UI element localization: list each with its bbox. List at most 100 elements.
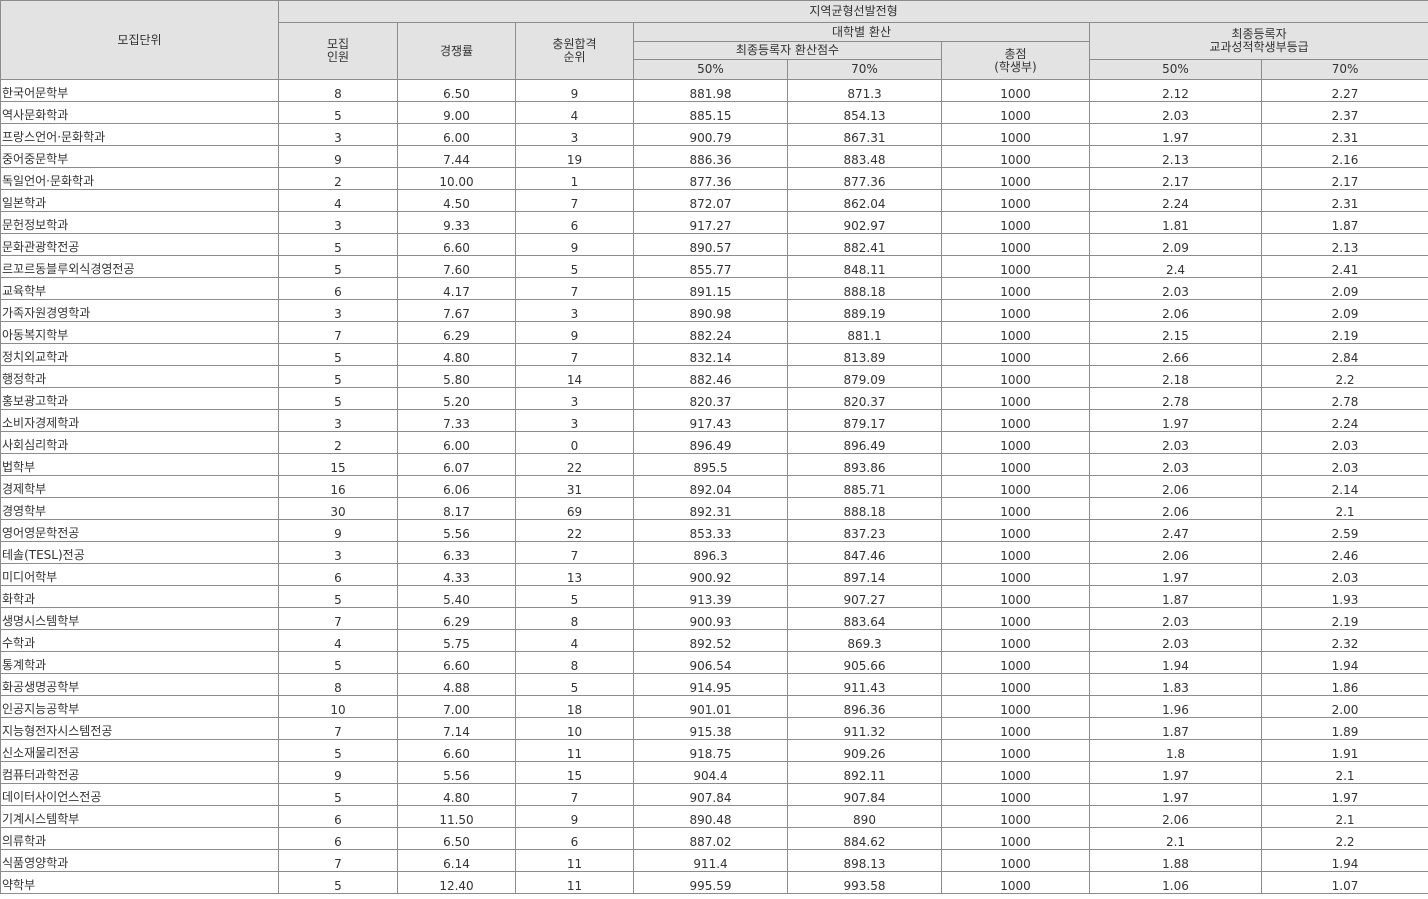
total-score-cell: 1000	[941, 585, 1090, 608]
score-70-cell: 905.66	[787, 651, 942, 674]
unit-name-cell: 테솔(TESL)전공	[0, 541, 279, 564]
quota-cell: 2	[278, 167, 398, 190]
competition-rate-cell: 4.17	[397, 277, 516, 300]
quota-cell: 30	[278, 497, 398, 520]
unit-name-cell: 독일언어·문화학과	[0, 167, 279, 190]
score-50-cell: 820.37	[633, 387, 788, 410]
grade-50-cell: 2.03	[1089, 277, 1262, 300]
score-50-cell: 855.77	[633, 255, 788, 278]
unit-name-cell: 인공지능공학부	[0, 695, 279, 718]
grade-70-cell: 2.46	[1260, 541, 1428, 564]
waitlist-rank-cell: 31	[515, 475, 634, 498]
waitlist-rank-cell: 69	[515, 497, 634, 520]
unit-name-cell: 화공생명공학부	[0, 673, 279, 696]
grade-70-cell: 2.2	[1260, 365, 1428, 388]
waitlist-rank-cell: 14	[515, 365, 634, 388]
table-row: 통계학과 5 6.60 8 906.54 905.66 1000 1.94 1.94	[0, 651, 1428, 674]
unit-name-cell: 사회심리학과	[0, 431, 279, 454]
competition-rate-cell: 8.17	[397, 497, 516, 520]
grade-50-cell: 1.88	[1089, 849, 1262, 872]
header-grade-50: 50%	[1089, 59, 1262, 80]
score-50-cell: 896.49	[633, 431, 788, 454]
grade-70-cell: 2.2	[1260, 827, 1428, 850]
grade-70-cell: 2.03	[1260, 431, 1428, 454]
grade-50-cell: 2.03	[1089, 607, 1262, 630]
score-50-cell: 892.31	[633, 497, 788, 520]
unit-name-cell: 기계시스템학부	[0, 805, 279, 828]
score-70-cell: 837.23	[787, 519, 942, 542]
grade-50-cell: 1.94	[1089, 651, 1262, 674]
grade-50-cell: 1.97	[1089, 409, 1262, 432]
waitlist-rank-cell: 13	[515, 563, 634, 586]
total-score-cell: 1000	[941, 629, 1090, 652]
grade-70-cell: 1.94	[1260, 651, 1428, 674]
grade-70-cell: 2.31	[1260, 189, 1428, 212]
quota-cell: 3	[278, 211, 398, 234]
total-score-cell: 1000	[941, 673, 1090, 696]
quota-cell: 6	[278, 563, 398, 586]
score-50-cell: 906.54	[633, 651, 788, 674]
score-50-cell: 995.59	[633, 871, 788, 894]
score-70-cell: 882.41	[787, 233, 942, 256]
quota-cell: 5	[278, 651, 398, 674]
grade-70-cell: 1.07	[1260, 871, 1428, 894]
admission-results-table: 모집단위 지역균형선발전형 모집 인원 경쟁률 충원합격 순위 대학별 환산 최…	[0, 0, 1428, 894]
score-70-cell: 893.86	[787, 453, 942, 476]
grade-50-cell: 1.97	[1089, 761, 1262, 784]
unit-name-cell: 일본학과	[0, 189, 279, 212]
competition-rate-cell: 9.33	[397, 211, 516, 234]
score-70-cell: 871.3	[787, 79, 942, 102]
table-row: 교육학부 6 4.17 7 891.15 888.18 1000 2.03 2.09	[0, 277, 1428, 300]
score-50-cell: 890.57	[633, 233, 788, 256]
grade-50-cell: 1.8	[1089, 739, 1262, 762]
competition-rate-cell: 6.14	[397, 849, 516, 872]
table-row: 프랑스언어·문화학과 3 6.00 3 900.79 867.31 1000 1.97 2.31	[0, 123, 1428, 146]
table-row: 경제학부 16 6.06 31 892.04 885.71 1000 2.06 2.14	[0, 475, 1428, 498]
total-score-cell: 1000	[941, 717, 1090, 740]
grade-70-cell: 2.1	[1260, 805, 1428, 828]
total-score-cell: 1000	[941, 783, 1090, 806]
score-70-cell: 813.89	[787, 343, 942, 366]
total-score-cell: 1000	[941, 79, 1090, 102]
total-score-cell: 1000	[941, 409, 1090, 432]
total-score-cell: 1000	[941, 739, 1090, 762]
table-row: 일본학과 4 4.50 7 872.07 862.04 1000 2.24 2.31	[0, 189, 1428, 212]
unit-name-cell: 법학부	[0, 453, 279, 476]
score-70-cell: 847.46	[787, 541, 942, 564]
table-row: 인공지능공학부 10 7.00 18 901.01 896.36 1000 1.96 2.00	[0, 695, 1428, 718]
competition-rate-cell: 6.60	[397, 233, 516, 256]
score-50-cell: 914.95	[633, 673, 788, 696]
score-70-cell: 885.71	[787, 475, 942, 498]
grade-70-cell: 2.32	[1260, 629, 1428, 652]
competition-rate-cell: 7.44	[397, 145, 516, 168]
competition-rate-cell: 10.00	[397, 167, 516, 190]
competition-rate-cell: 4.80	[397, 343, 516, 366]
waitlist-rank-cell: 7	[515, 541, 634, 564]
quota-cell: 5	[278, 585, 398, 608]
score-50-cell: 891.15	[633, 277, 788, 300]
table-row: 문화관광학전공 5 6.60 9 890.57 882.41 1000 2.09 2.13	[0, 233, 1428, 256]
grade-70-cell: 2.19	[1260, 607, 1428, 630]
score-50-cell: 896.3	[633, 541, 788, 564]
score-50-cell: 886.36	[633, 145, 788, 168]
unit-name-cell: 경제학부	[0, 475, 279, 498]
competition-rate-cell: 6.50	[397, 827, 516, 850]
quota-cell: 5	[278, 365, 398, 388]
quota-cell: 9	[278, 761, 398, 784]
table-row: 역사문화학과 5 9.00 4 885.15 854.13 1000 2.03 2.37	[0, 101, 1428, 124]
grade-70-cell: 2.03	[1260, 563, 1428, 586]
grade-70-cell: 2.19	[1260, 321, 1428, 344]
score-50-cell: 917.43	[633, 409, 788, 432]
competition-rate-cell: 6.06	[397, 475, 516, 498]
quota-cell: 5	[278, 783, 398, 806]
header-competition: 경쟁률	[397, 22, 516, 80]
score-50-cell: 900.92	[633, 563, 788, 586]
unit-name-cell: 홍보광고학과	[0, 387, 279, 410]
grade-50-cell: 2.06	[1089, 541, 1262, 564]
competition-rate-cell: 7.14	[397, 717, 516, 740]
table-row: 지능형전자시스템전공 7 7.14 10 915.38 911.32 1000 1.87 1.8…	[0, 717, 1428, 740]
waitlist-rank-cell: 3	[515, 123, 634, 146]
quota-cell: 7	[278, 849, 398, 872]
competition-rate-cell: 12.40	[397, 871, 516, 894]
grade-70-cell: 2.14	[1260, 475, 1428, 498]
